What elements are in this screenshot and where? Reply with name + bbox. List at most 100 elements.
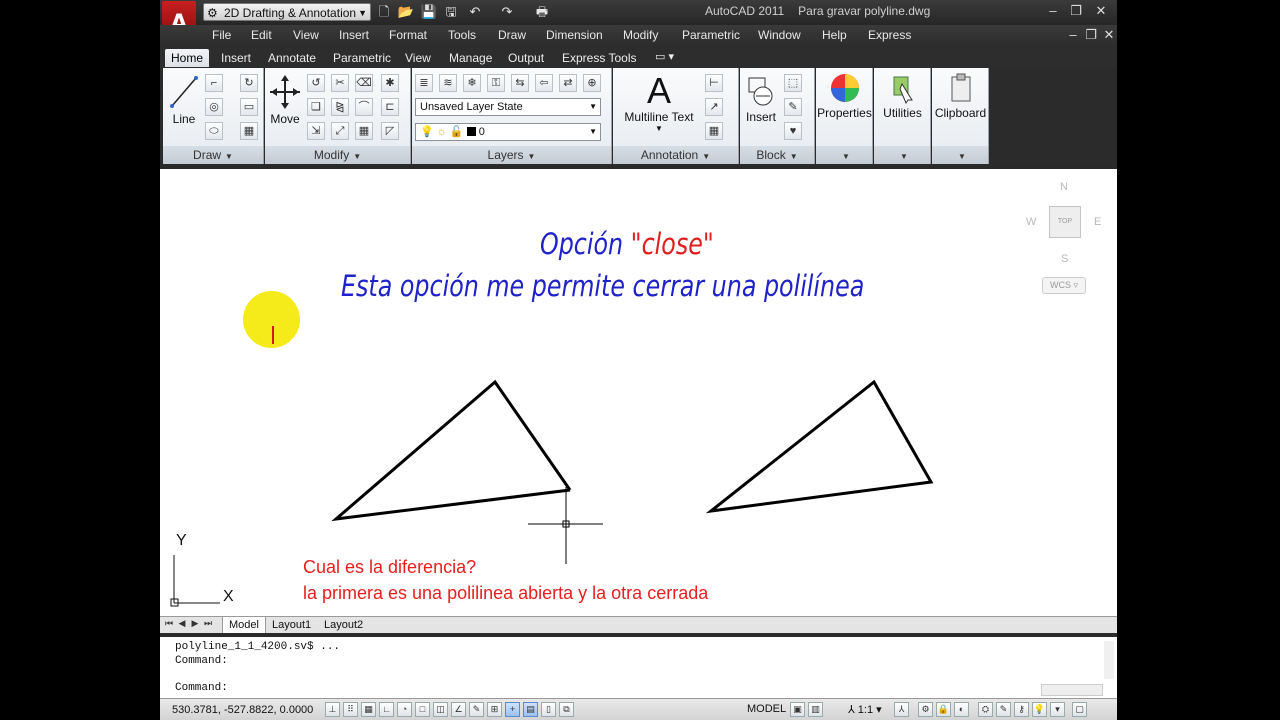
tab-manage[interactable]: Manage xyxy=(443,49,498,67)
drawing-canvas[interactable]: Opción "close" Esta opción me permite ce… xyxy=(160,165,1117,616)
selection-cycling-icon[interactable]: ⧉ xyxy=(559,702,574,717)
save-as-icon[interactable]: 🖫 xyxy=(442,3,460,21)
next-tab-icon[interactable]: ▶ xyxy=(190,618,200,629)
quick-properties-icon[interactable]: ▯ xyxy=(541,702,556,717)
plot-icon[interactable]: 🖶 xyxy=(533,3,551,21)
menu-format[interactable]: Format xyxy=(389,28,427,42)
command-prompt[interactable]: Command: xyxy=(175,682,228,694)
closed-polyline[interactable] xyxy=(705,379,934,514)
coordinates-readout[interactable]: 530.3781, -527.8822, 0.0000 xyxy=(172,704,313,716)
polar-tracking-icon[interactable]: ◔ xyxy=(397,702,412,717)
menu-parametric[interactable]: Parametric xyxy=(682,28,740,42)
explode-icon[interactable]: ✱ xyxy=(381,74,399,92)
menu-draw[interactable]: Draw xyxy=(498,28,526,42)
quick-view-drawings-icon[interactable]: ▥ xyxy=(808,702,823,717)
offset-icon[interactable]: ⊏ xyxy=(381,98,399,116)
block-panel-title[interactable]: Block ▼ xyxy=(740,146,814,164)
menu-file[interactable]: File xyxy=(212,28,231,42)
minimize-icon[interactable]: – xyxy=(1042,3,1064,19)
annotation-visibility-icon[interactable]: ⅄ xyxy=(894,702,909,717)
layer-freeze-icon[interactable]: ❄ xyxy=(463,74,481,92)
menu-edit[interactable]: Edit xyxy=(251,28,272,42)
mirror-icon[interactable]: ⧎ xyxy=(331,98,349,116)
properties-button[interactable]: Properties xyxy=(816,72,873,120)
full-screen-icon[interactable]: ▢ xyxy=(1072,702,1087,717)
workspace-switching-icon[interactable]: ⚙ xyxy=(918,702,933,717)
edit-block-icon[interactable]: ✎ xyxy=(784,98,802,116)
tab-parametric[interactable]: Parametric xyxy=(327,49,397,67)
layer-isolate-icon[interactable]: ≋ xyxy=(439,74,457,92)
command-scrollbar[interactable] xyxy=(1104,641,1114,679)
last-tab-icon[interactable]: ⏭ xyxy=(203,618,213,629)
menu-help[interactable]: Help xyxy=(822,28,847,42)
viewcube[interactable]: N W TOP E S WCS ▿ xyxy=(1020,181,1110,301)
first-tab-icon[interactable]: ⏮ xyxy=(164,618,174,629)
move-button[interactable]: Move xyxy=(267,74,303,126)
attribute-icon[interactable]: ♥ xyxy=(784,122,802,140)
viewcube-top-face[interactable]: TOP xyxy=(1049,206,1081,238)
menu-express[interactable]: Express xyxy=(868,28,911,42)
tab-layout1[interactable]: Layout1 xyxy=(266,617,317,633)
close-icon[interactable]: ✕ xyxy=(1090,3,1112,19)
multileader-icon[interactable]: ↗ xyxy=(705,98,723,116)
object-snap-icon[interactable]: □ xyxy=(415,702,430,717)
undo-icon[interactable]: ↶ xyxy=(466,3,484,21)
redo-icon[interactable]: ↷ xyxy=(498,3,516,21)
clipboard-panel-title[interactable]: ▼ xyxy=(932,146,988,164)
doc-close-icon[interactable]: ✕ xyxy=(1098,27,1117,43)
status-menu-icon[interactable]: ⚷ xyxy=(1014,702,1029,717)
stretch-icon[interactable]: ⇲ xyxy=(307,122,325,140)
ortho-mode-icon[interactable]: ∟ xyxy=(379,702,394,717)
layer-properties-icon[interactable]: ≣ xyxy=(415,74,433,92)
ribbon-minimize-icon[interactable]: ▭ ▾ xyxy=(655,50,674,63)
linear-dimension-icon[interactable]: ⊢ xyxy=(705,74,723,92)
clean-screen-icon[interactable]: ✎ xyxy=(996,702,1011,717)
tab-insert[interactable]: Insert xyxy=(215,49,257,67)
dynamic-ucs-icon[interactable]: ✎ xyxy=(469,702,484,717)
tab-model[interactable]: Model xyxy=(222,617,266,634)
annotation-panel-title[interactable]: Annotation ▼ xyxy=(613,146,738,164)
new-file-icon[interactable]: 🗋 xyxy=(375,3,393,21)
tab-view[interactable]: View xyxy=(399,49,437,67)
3d-object-snap-icon[interactable]: ◫ xyxy=(433,702,448,717)
rectangle-icon[interactable]: ▭ xyxy=(240,98,258,116)
quick-view-layouts-icon[interactable]: ▣ xyxy=(790,702,805,717)
table-icon[interactable]: ▦ xyxy=(705,122,723,140)
multiline-text-button[interactable]: A Multiline Text ▼ xyxy=(617,72,701,134)
modify-panel-title[interactable]: Modify ▼ xyxy=(265,146,410,164)
menu-window[interactable]: Window xyxy=(758,28,801,42)
annotation-scale[interactable]: ⅄ 1:1 ▾ xyxy=(848,703,882,716)
object-snap-tracking-icon[interactable]: ∠ xyxy=(451,702,466,717)
tab-output[interactable]: Output xyxy=(502,49,550,67)
menu-tools[interactable]: Tools xyxy=(448,28,476,42)
menu-view[interactable]: View xyxy=(293,28,319,42)
snap-mode-icon[interactable]: ⠿ xyxy=(343,702,358,717)
workspace-selector[interactable]: ⚙ 2D Drafting & Annotation ▼ xyxy=(203,3,371,21)
arc-icon[interactable]: ↻ xyxy=(240,74,258,92)
layer-walk-icon[interactable]: ⇄ xyxy=(559,74,577,92)
layers-panel-title[interactable]: Layers ▼ xyxy=(412,146,611,164)
tab-layout2[interactable]: Layout2 xyxy=(318,617,369,633)
dynamic-input-icon[interactable]: ⊞ xyxy=(487,702,502,717)
tab-express-tools[interactable]: Express Tools xyxy=(556,49,642,67)
layer-merge-icon[interactable]: ⊕ xyxy=(583,74,601,92)
erase-icon[interactable]: ⌫ xyxy=(355,74,373,92)
wcs-menu[interactable]: WCS ▿ xyxy=(1042,277,1086,294)
viewcube-north[interactable]: N xyxy=(1060,181,1068,193)
draw-panel-title[interactable]: Draw ▼ xyxy=(163,146,263,164)
create-block-icon[interactable]: ⬚ xyxy=(784,74,802,92)
command-window[interactable]: polyline_1_1_4200.sv$ ... Command: Comma… xyxy=(160,633,1117,698)
clipboard-button[interactable]: Clipboard xyxy=(932,72,989,120)
current-layer-dropdown[interactable]: 💡 ☼ 🔓 0 ▼ xyxy=(415,123,601,141)
status-tray-icon[interactable]: ▾ xyxy=(1050,702,1065,717)
isolate-objects-icon[interactable]: ◐ xyxy=(954,702,969,717)
open-folder-icon[interactable]: 📂 xyxy=(397,3,415,21)
fillet-icon[interactable]: ⌒ xyxy=(355,98,373,116)
array-icon[interactable]: ▦ xyxy=(355,122,373,140)
insert-block-button[interactable]: Insert xyxy=(742,74,780,124)
layer-match-icon[interactable]: ⇆ xyxy=(511,74,529,92)
menu-dimension[interactable]: Dimension xyxy=(546,28,603,42)
grid-display-icon[interactable]: ▦ xyxy=(361,702,376,717)
command-horizontal-scrollbar[interactable] xyxy=(1041,684,1103,696)
layer-previous-icon[interactable]: ⇦ xyxy=(535,74,553,92)
